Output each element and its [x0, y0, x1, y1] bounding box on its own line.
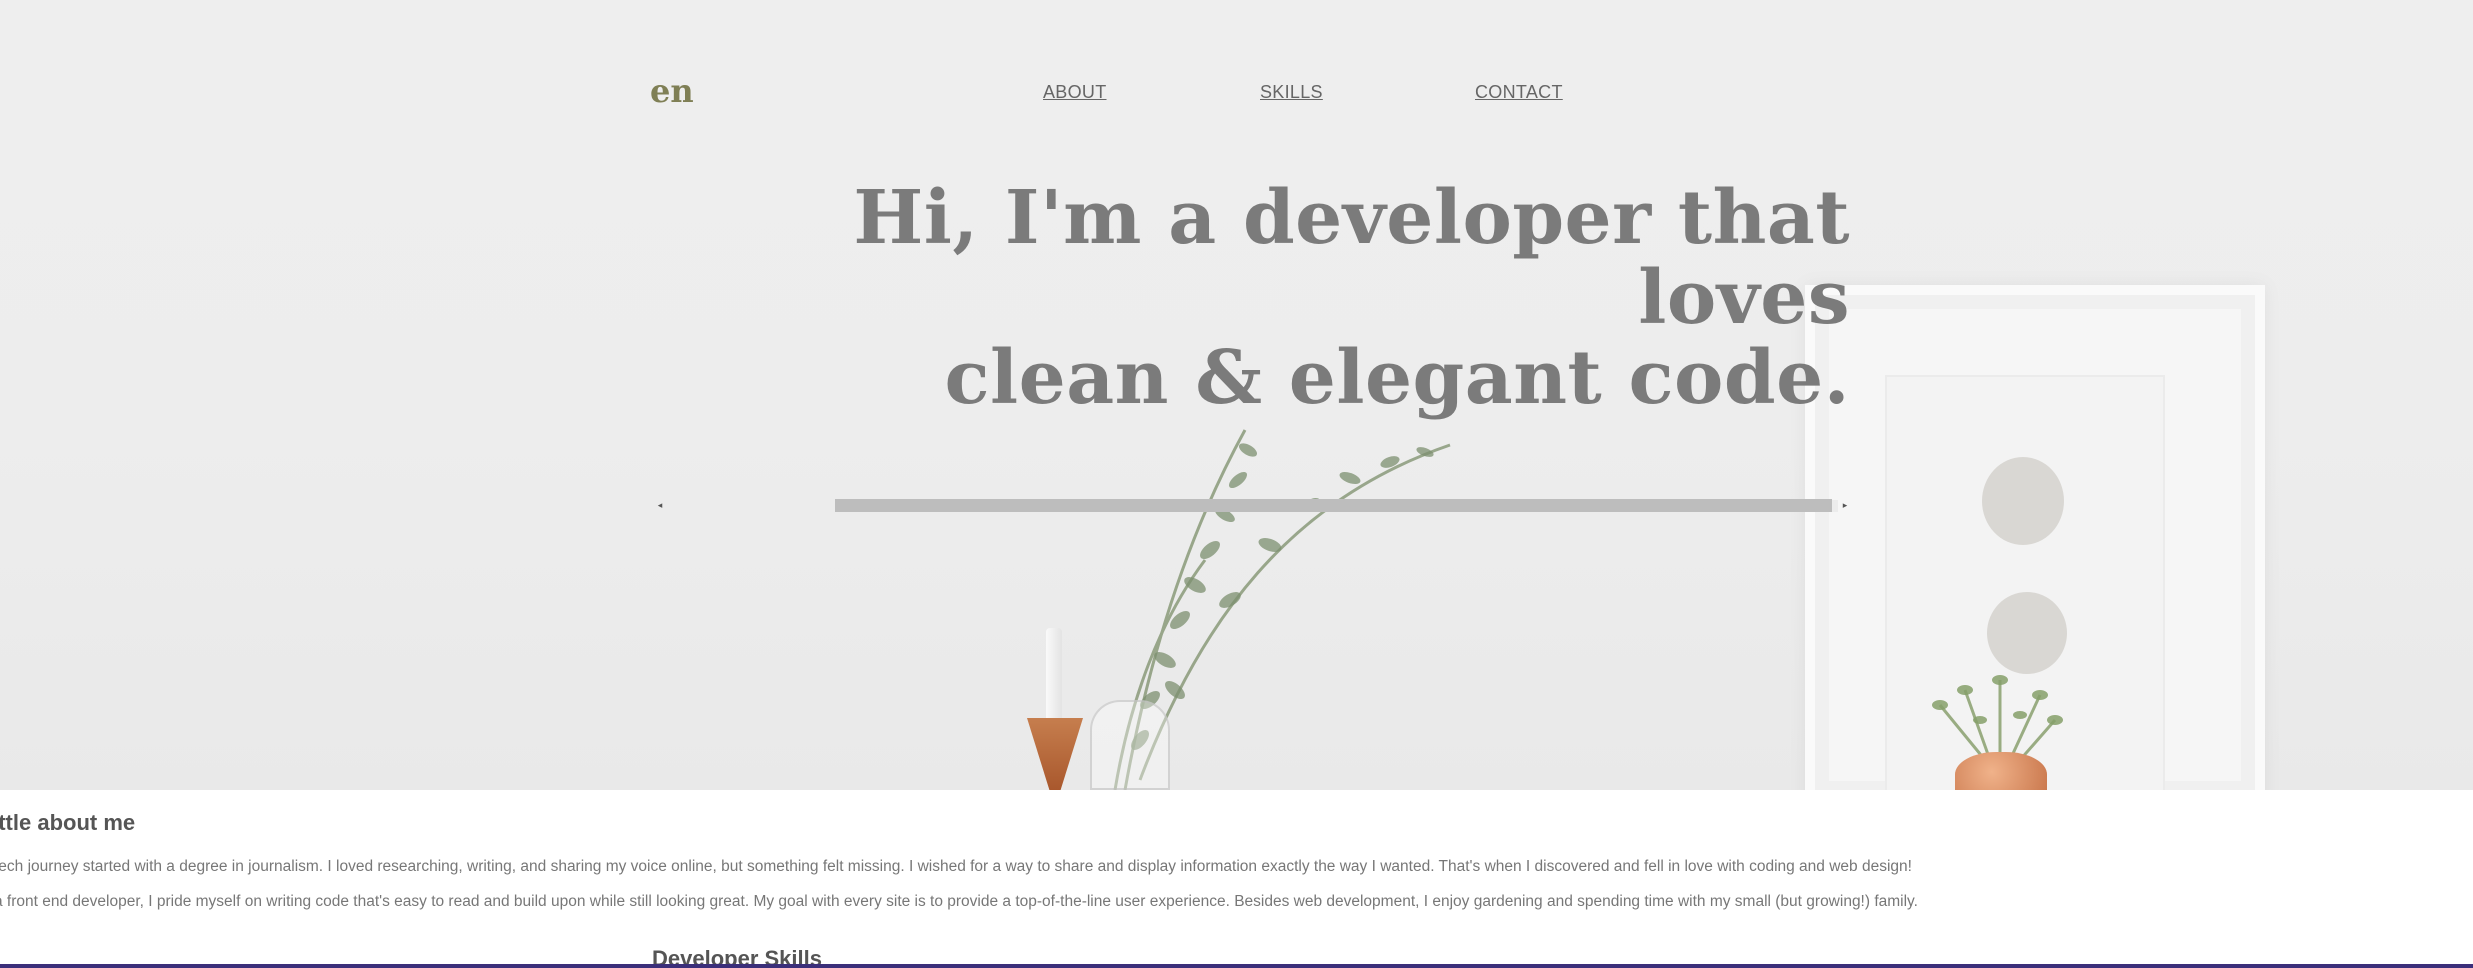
portfolio-page: en ABOUT SKILLS CONTACT Hi, I'm a develo…: [0, 0, 2473, 968]
glass-vase-decor: [1090, 700, 1170, 790]
scroll-right-arrow-icon[interactable]: ▸: [1840, 500, 1850, 510]
about-paragraph-1: tech journey started with a degree in jo…: [0, 858, 1912, 875]
nav-link-contact[interactable]: CONTACT: [1475, 82, 1563, 103]
nav-link-about[interactable]: ABOUT: [1043, 82, 1107, 103]
copper-pot-decor: [1955, 752, 2047, 790]
hero-heading-line2: clean & elegant code.: [944, 335, 1850, 421]
scroll-left-arrow-icon[interactable]: ◂: [655, 500, 665, 510]
about-paragraph-2: a front end developer, I pride myself on…: [0, 893, 1918, 910]
hero-heading: Hi, I'm a developer that loves clean & e…: [700, 178, 1850, 418]
horizontal-scrollbar[interactable]: ◂ ▸: [655, 496, 1850, 514]
hero-section: en ABOUT SKILLS CONTACT Hi, I'm a develo…: [0, 0, 2473, 790]
site-logo[interactable]: en: [650, 72, 694, 110]
about-title: little about me: [0, 810, 136, 835]
scrollbar-thumb[interactable]: [835, 499, 1832, 512]
nav-link-skills[interactable]: SKILLS: [1260, 82, 1323, 103]
bottom-accent-line: [0, 964, 2473, 968]
hero-heading-line1: Hi, I'm a developer that loves: [853, 175, 1850, 341]
candle-decor: [1046, 628, 1062, 720]
